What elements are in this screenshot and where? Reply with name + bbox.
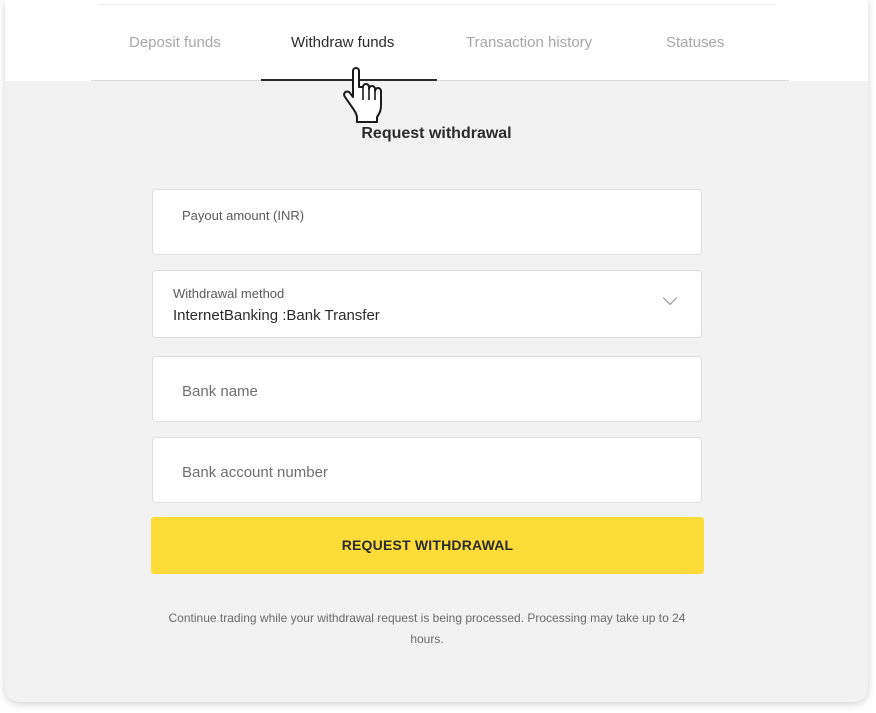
tab-deposit-funds[interactable]: Deposit funds bbox=[129, 34, 221, 51]
processing-note: Continue trading while your withdrawal r… bbox=[168, 611, 686, 646]
withdrawal-method-value: InternetBanking :Bank Transfer bbox=[173, 307, 380, 324]
tab-bar-top-divider bbox=[99, 4, 775, 5]
form-title: Request withdrawal bbox=[361, 125, 512, 142]
payout-amount-field[interactable]: Payout amount (INR) bbox=[152, 189, 702, 255]
bank-account-number-field[interactable]: Bank account number bbox=[152, 437, 702, 503]
bank-account-number-placeholder: Bank account number bbox=[182, 464, 328, 481]
withdrawal-method-label: Withdrawal method bbox=[173, 286, 285, 301]
payout-amount-label: Payout amount (INR) bbox=[182, 208, 305, 223]
tab-transaction-history[interactable]: Transaction history bbox=[466, 34, 592, 51]
chevron-down-icon[interactable] bbox=[662, 290, 678, 306]
withdraw-panel: Deposit funds Withdraw funds Transaction… bbox=[5, 0, 868, 702]
bank-name-placeholder: Bank name bbox=[182, 383, 258, 400]
withdrawal-method-select[interactable]: Withdrawal method InternetBanking :Bank … bbox=[152, 270, 702, 338]
tab-statuses[interactable]: Statuses bbox=[666, 34, 724, 51]
tab-bar-divider bbox=[91, 80, 789, 81]
hand-pointer-cursor-icon bbox=[343, 67, 382, 123]
bank-name-field[interactable]: Bank name bbox=[152, 356, 702, 422]
tab-withdraw-funds[interactable]: Withdraw funds bbox=[291, 34, 394, 51]
request-withdrawal-button[interactable]: REQUEST WITHDRAWAL bbox=[151, 517, 704, 574]
tab-bar: Deposit funds Withdraw funds Transaction… bbox=[5, 0, 868, 81]
